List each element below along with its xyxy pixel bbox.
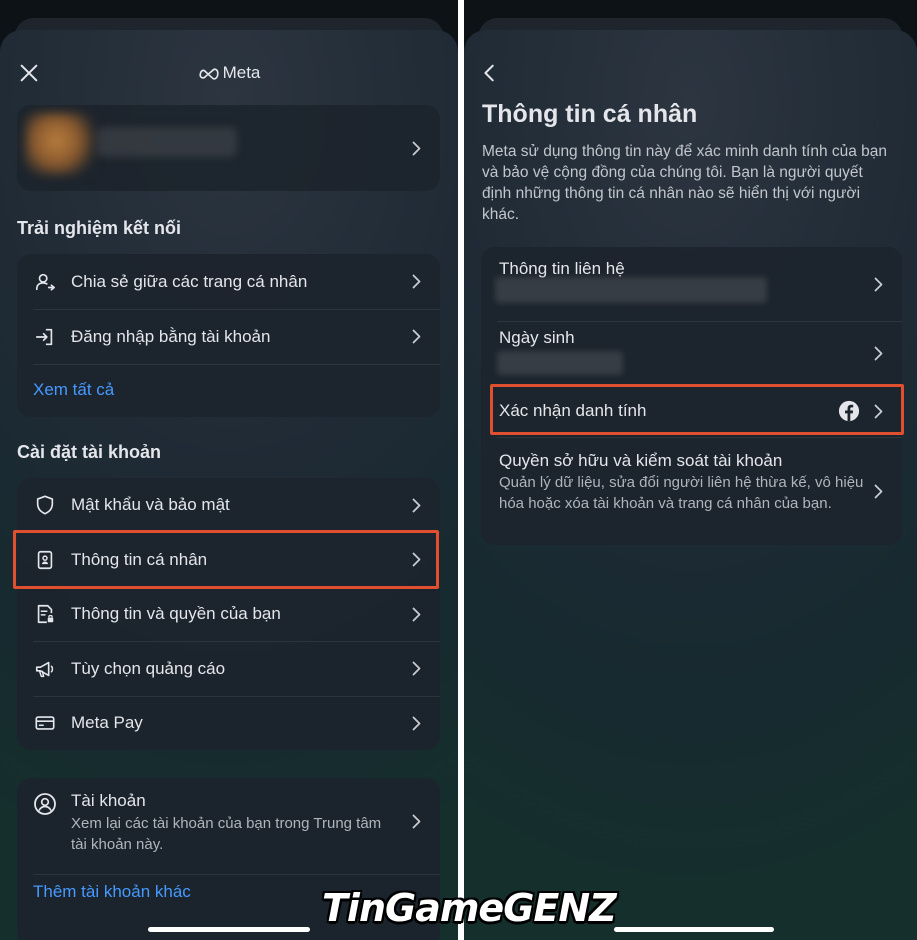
chevron-right-icon xyxy=(410,813,422,829)
section-title-account-settings: Cài đặt tài khoản xyxy=(17,442,162,462)
id-card-icon xyxy=(33,548,57,572)
chevron-right-icon xyxy=(410,552,422,568)
document-lock-icon xyxy=(33,602,57,626)
chevron-right-icon xyxy=(410,606,422,622)
accounts-description: Xem lại các tài khoản của bạn trong Trun… xyxy=(71,815,382,853)
chevron-right-icon xyxy=(410,715,422,731)
section-title-connected: Trải nghiệm kết nối xyxy=(17,218,182,238)
account-settings-card: Mật khẩu và bảo mật Thông tin cá nhân Th… xyxy=(17,478,440,750)
credit-card-icon xyxy=(33,711,57,735)
ownership-subtitle: Quản lý dữ liệu, sửa đổi người liên hệ t… xyxy=(499,474,864,512)
screens-divider xyxy=(458,0,464,940)
row-meta-pay[interactable]: Meta Pay xyxy=(17,696,440,750)
row-identity-confirmation[interactable]: Xác nhận danh tính xyxy=(481,385,902,437)
row-label: Chia sẻ giữa các trang cá nhân xyxy=(71,271,308,291)
left-screen: Meta Trải nghiệm kết nối Chia sẻ giữa cá… xyxy=(0,0,458,940)
add-account-link[interactable]: Thêm tài khoản khác xyxy=(33,882,191,902)
page-description: Meta sử dụng thông tin này để xác minh d… xyxy=(482,143,888,223)
right-screen: Thông tin cá nhân Meta sử dụng thông tin… xyxy=(464,0,917,940)
row-contact-info[interactable]: Thông tin liên hệ xyxy=(481,247,902,321)
chevron-right-icon xyxy=(410,274,422,290)
row-personal-info[interactable]: Thông tin cá nhân xyxy=(17,532,440,587)
profile-name xyxy=(97,127,237,157)
shield-icon xyxy=(33,493,57,517)
chevron-right-icon xyxy=(410,140,422,156)
row-account-ownership-control[interactable]: Quyền sở hữu và kiểm soát tài khoản Quản… xyxy=(481,437,902,545)
row-birthday[interactable]: Ngày sinh xyxy=(481,321,902,385)
row-login-with-account[interactable]: Đăng nhập bằng tài khoản xyxy=(17,309,440,364)
birthday-title: Ngày sinh xyxy=(499,328,575,347)
personal-info-card: Thông tin liên hệ Ngày sinh Xác nhận dan… xyxy=(481,247,902,545)
see-all-link[interactable]: Xem tất cả xyxy=(33,380,114,400)
row-label: Mật khẩu và bảo mật xyxy=(71,495,230,514)
profile-avatar xyxy=(25,113,95,175)
row-label: Meta Pay xyxy=(71,713,143,732)
identity-confirmation-title: Xác nhận danh tính xyxy=(499,401,647,420)
profile-card[interactable] xyxy=(17,105,440,191)
chevron-right-icon xyxy=(410,661,422,677)
chevron-right-icon xyxy=(872,403,884,419)
row-password-security[interactable]: Mật khẩu và bảo mật xyxy=(17,478,440,532)
row-label: Thông tin và quyền của bạn xyxy=(71,604,281,623)
facebook-icon xyxy=(838,400,860,422)
personal-info-sheet: Thông tin cá nhân Meta sử dụng thông tin… xyxy=(464,30,917,940)
login-icon xyxy=(33,325,57,349)
divider xyxy=(33,364,440,365)
profile-share-icon xyxy=(33,270,57,294)
page-title: Thông tin cá nhân xyxy=(482,100,698,128)
chevron-right-icon xyxy=(410,329,422,345)
row-label: Tùy chọn quảng cáo xyxy=(71,658,226,678)
connected-experiences-card: Chia sẻ giữa các trang cá nhân Đăng nhập… xyxy=(17,254,440,417)
row-accounts[interactable]: Tài khoản Xem lại các tài khoản của bạn … xyxy=(17,778,440,866)
meta-infinity-icon xyxy=(198,68,219,80)
chevron-left-icon xyxy=(484,64,494,82)
divider xyxy=(33,874,440,875)
meta-logo: Meta xyxy=(0,63,458,83)
watermark-logo: TinGameGENZ xyxy=(322,886,617,930)
chevron-right-icon xyxy=(872,345,884,361)
back-button[interactable] xyxy=(476,59,504,87)
ownership-title: Quyền sở hữu và kiểm soát tài khoản xyxy=(499,451,783,470)
row-label: Đăng nhập bằng tài khoản xyxy=(71,326,271,346)
row-label: Thông tin cá nhân xyxy=(71,549,208,569)
row-ad-preferences[interactable]: Tùy chọn quảng cáo xyxy=(17,641,440,696)
row-your-info-permissions[interactable]: Thông tin và quyền của bạn xyxy=(17,587,440,641)
birthday-value xyxy=(497,351,623,375)
chevron-right-icon xyxy=(410,497,422,513)
home-indicator xyxy=(148,927,310,932)
chevron-right-icon xyxy=(872,276,884,292)
accounts-title: Tài khoản xyxy=(71,791,146,810)
contact-info-title: Thông tin liên hệ xyxy=(499,259,625,278)
accounts-center-sheet: Meta Trải nghiệm kết nối Chia sẻ giữa cá… xyxy=(0,30,458,940)
brand-name: Meta xyxy=(222,63,261,82)
chevron-right-icon xyxy=(872,483,884,499)
contact-info-value xyxy=(495,277,767,303)
user-circle-icon xyxy=(33,792,57,816)
home-indicator xyxy=(614,927,774,932)
row-share-profiles[interactable]: Chia sẻ giữa các trang cá nhân xyxy=(17,254,440,309)
megaphone-icon xyxy=(33,657,57,681)
